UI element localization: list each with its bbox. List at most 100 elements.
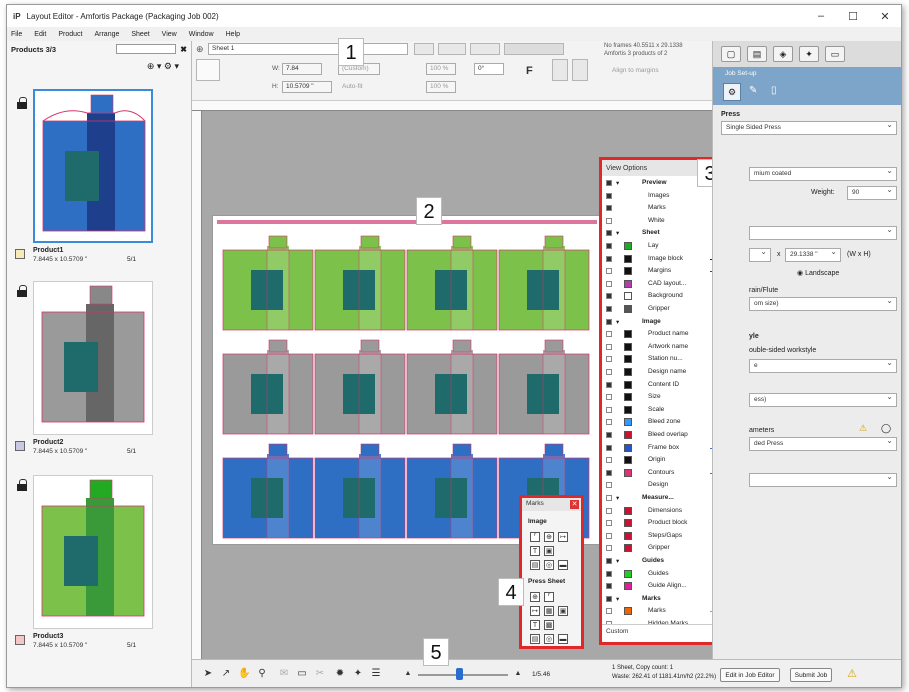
close-search-icon[interactable]: ✖ <box>180 45 187 54</box>
visibility-toggle-icon[interactable] <box>606 406 612 413</box>
visibility-toggle-icon[interactable] <box>606 230 612 237</box>
visibility-toggle-icon[interactable] <box>606 180 612 186</box>
visibility-toggle-icon[interactable] <box>606 343 612 350</box>
zoom-slider[interactable] <box>418 674 508 676</box>
visibility-toggle-icon[interactable] <box>606 444 612 451</box>
barcode-mark-icon[interactable]: ▤ <box>530 560 540 570</box>
visibility-toggle-icon[interactable] <box>606 243 612 249</box>
lock-sheet-button[interactable] <box>414 43 434 55</box>
size-select[interactable] <box>749 225 897 240</box>
color-bar-icon[interactable]: ▬ <box>558 560 568 570</box>
layer-color-swatch[interactable] <box>624 506 632 515</box>
visibility-toggle-icon[interactable] <box>606 394 612 401</box>
press-text-icon[interactable]: T <box>530 620 540 630</box>
expand-group-icon[interactable]: ▾ <box>616 494 619 502</box>
menu-sheet[interactable]: Sheet <box>131 31 149 38</box>
align-to-margins[interactable]: Align to margins <box>612 67 659 74</box>
width-input[interactable]: 7.84 <box>282 63 322 75</box>
align-left-icon[interactable] <box>552 59 568 81</box>
visibility-toggle-icon[interactable] <box>606 293 612 300</box>
product-color-swatch[interactable] <box>15 441 25 451</box>
layer-color-swatch[interactable] <box>624 393 632 402</box>
rotation-select[interactable]: 0° <box>474 63 504 75</box>
visibility-toggle-icon[interactable] <box>606 217 612 224</box>
zoom-slider-thumb[interactable] <box>456 668 463 680</box>
cut-tool-icon[interactable]: ✂ <box>314 668 326 680</box>
layer-color-swatch[interactable] <box>624 544 632 553</box>
visibility-toggle-icon[interactable] <box>606 205 612 212</box>
flip-icon[interactable]: F <box>526 65 533 77</box>
menu-window[interactable]: Window <box>189 31 214 38</box>
scale-y-input[interactable]: 100 % <box>426 81 456 93</box>
visibility-toggle-icon[interactable] <box>606 545 612 552</box>
scale-x-input[interactable]: 100 % <box>426 63 456 75</box>
hand-tool-icon[interactable]: ✋ <box>238 668 250 680</box>
visibility-toggle-icon[interactable] <box>606 469 612 476</box>
direct-select-icon[interactable]: ↗ <box>220 668 232 680</box>
visibility-toggle-icon[interactable] <box>606 432 612 438</box>
add-parameter-icon[interactable]: ◯ <box>881 423 891 434</box>
layer-color-swatch[interactable] <box>624 342 632 351</box>
grid-anchor-icon[interactable] <box>196 59 220 81</box>
landscape-radio[interactable]: ◉ Landscape <box>797 269 839 277</box>
visibility-toggle-icon[interactable] <box>606 570 612 577</box>
menu-file[interactable]: File <box>11 31 22 38</box>
layer-color-swatch[interactable] <box>624 531 632 540</box>
sheet-select[interactable]: Sheet 1 <box>208 43 408 55</box>
expand-group-icon[interactable]: ▾ <box>616 595 619 603</box>
product-item-1[interactable]: Product1 7.8445 x 10.5709 " 5/1 <box>9 89 189 279</box>
layer-color-swatch[interactable] <box>624 267 632 276</box>
zoom-in-icon[interactable]: ▲ <box>512 668 524 680</box>
crop-mark-icon[interactable]: ⌜ <box>530 532 540 542</box>
job-tab-icon[interactable]: ▢ <box>721 46 741 62</box>
parameters-select[interactable]: ded Press <box>749 436 897 451</box>
layer-color-swatch[interactable] <box>624 279 632 288</box>
visibility-toggle-icon[interactable] <box>606 280 612 287</box>
menu-product[interactable]: Product <box>58 31 82 38</box>
expand-group-icon[interactable]: ▾ <box>616 229 619 237</box>
visibility-toggle-icon[interactable] <box>606 369 612 375</box>
submit-job-button[interactable]: Submit Job <box>790 668 832 682</box>
minimize-button[interactable]: – <box>805 5 837 27</box>
visibility-toggle-icon[interactable] <box>606 595 612 602</box>
visibility-toggle-icon[interactable] <box>606 608 612 615</box>
layer-color-swatch[interactable] <box>624 330 632 339</box>
close-marks-icon[interactable]: ✕ <box>570 500 579 509</box>
press-sheet-select[interactable]: ess) <box>749 392 897 407</box>
size-w-input[interactable] <box>749 247 771 262</box>
layer-color-swatch[interactable] <box>624 292 632 301</box>
height-input[interactable]: 10.5709 " <box>282 81 332 93</box>
visibility-toggle-icon[interactable] <box>606 268 612 275</box>
visibility-toggle-icon[interactable] <box>606 419 612 426</box>
layer-color-swatch[interactable] <box>624 468 632 477</box>
expand-group-icon[interactable]: ▾ <box>616 557 619 565</box>
zoom-tool-icon[interactable]: ⚲ <box>256 668 268 680</box>
view-options-icon[interactable]: ☰ <box>370 668 382 680</box>
visibility-toggle-icon[interactable] <box>606 356 612 363</box>
visibility-toggle-icon[interactable] <box>606 306 612 312</box>
sheet-option-button[interactable] <box>504 43 564 55</box>
lock-icon[interactable] <box>17 479 27 491</box>
layer-color-swatch[interactable] <box>624 242 632 250</box>
text-mark-icon[interactable]: T <box>530 546 540 556</box>
edit-in-job-editor-button[interactable]: Edit in Job Editor <box>720 668 780 682</box>
layer-color-swatch[interactable] <box>624 456 632 465</box>
layer-color-swatch[interactable] <box>624 355 632 364</box>
align-center-icon[interactable] <box>572 59 588 81</box>
sheet-nav-buttons[interactable] <box>438 43 466 55</box>
product-thumbnail-3[interactable] <box>33 475 153 629</box>
press-colorbar-icon[interactable]: ▦ <box>544 606 554 616</box>
layer-color-swatch[interactable] <box>624 431 632 439</box>
weight-select[interactable]: 90 <box>847 185 897 200</box>
extra-select[interactable] <box>749 472 897 487</box>
visibility-toggle-icon[interactable] <box>606 318 612 325</box>
visibility-toggle-icon[interactable] <box>606 457 612 464</box>
maximize-button[interactable]: ☐ <box>837 5 869 27</box>
layer-color-swatch[interactable] <box>624 368 632 376</box>
product-item-2[interactable]: Product2 7.8445 x 10.5709 " 5/1 <box>9 281 189 471</box>
select-tool-icon[interactable]: ➤ <box>202 668 214 680</box>
target-mark-icon[interactable]: ◎ <box>544 560 554 570</box>
layer-color-swatch[interactable] <box>624 254 632 263</box>
visibility-toggle-icon[interactable] <box>606 532 612 539</box>
paper-select[interactable]: mium coated <box>749 166 897 181</box>
